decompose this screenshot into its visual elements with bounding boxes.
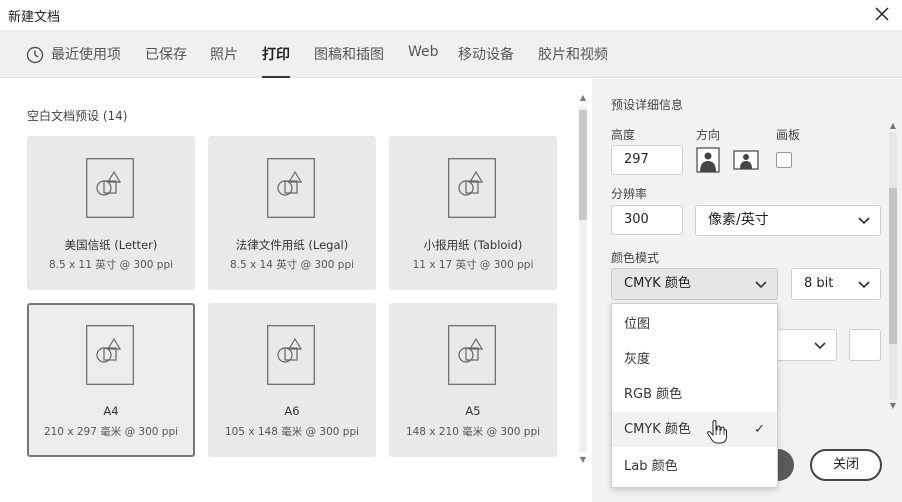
- landscape-orientation-icon[interactable]: [733, 147, 759, 173]
- preset-card-legal[interactable]: 法律文件用纸 (Legal) 8.5 x 14 英寸 @ 300 ppi: [208, 136, 376, 290]
- color-mode-option-cmyk[interactable]: CMYK 颜色 ✓: [612, 412, 777, 447]
- preset-size: 210 x 297 毫米 @ 300 ppi: [43, 426, 179, 438]
- resolution-unit-select[interactable]: 像素/英寸: [695, 205, 881, 236]
- tab-recent[interactable]: 最近使用项: [51, 44, 121, 78]
- orientation-label: 方向: [696, 128, 721, 142]
- clock-icon: [26, 46, 44, 64]
- artboard-checkbox[interactable]: [776, 152, 792, 168]
- chevron-down-icon: [755, 281, 767, 289]
- tab-saved[interactable]: 已保存: [145, 44, 187, 78]
- title-bar: 新建文档: [0, 0, 902, 30]
- blank-document-icon: [267, 325, 315, 385]
- tab-photo[interactable]: 照片: [210, 44, 238, 78]
- scrollbar-thumb[interactable]: [889, 188, 897, 344]
- blank-document-icon: [86, 325, 134, 385]
- artboard-label: 画板: [776, 128, 801, 142]
- tab-print[interactable]: 打印: [262, 44, 290, 78]
- category-tabs: 最近使用项 已保存 照片 打印 图稿和插图 Web 移动设备 胶片和视频: [0, 30, 902, 78]
- close-button[interactable]: 关闭: [810, 449, 882, 481]
- hand-cursor-icon: [707, 420, 727, 444]
- blank-document-icon: [267, 158, 315, 218]
- window-title: 新建文档: [8, 10, 61, 25]
- scroll-up-arrow-icon[interactable]: ▲: [576, 92, 590, 104]
- preset-name: A5: [465, 404, 481, 418]
- scroll-up-arrow-icon[interactable]: ▲: [886, 120, 900, 132]
- color-mode-select[interactable]: CMYK 颜色: [611, 268, 778, 300]
- details-section-label: 预设详细信息: [611, 98, 684, 112]
- bit-depth-select[interactable]: 8 bit: [791, 268, 881, 300]
- preset-name: 美国信纸 (Letter): [64, 238, 158, 252]
- scrollbar-thumb[interactable]: [579, 110, 587, 220]
- close-icon[interactable]: [872, 4, 892, 24]
- preset-size: 148 x 210 毫米 @ 300 ppi: [405, 426, 541, 438]
- scroll-down-arrow-icon[interactable]: ▼: [886, 400, 900, 412]
- chevron-down-icon: [858, 281, 870, 289]
- color-mode-option-grayscale[interactable]: 灰度: [612, 342, 777, 377]
- color-mode-option-lab[interactable]: Lab 颜色: [612, 449, 777, 484]
- chevron-down-icon: [814, 342, 826, 350]
- height-label: 高度: [611, 128, 636, 142]
- checkmark-icon: ✓: [754, 422, 765, 437]
- chevron-down-icon: [858, 217, 870, 225]
- blank-document-icon: [448, 158, 496, 218]
- presets-pane: 空白文档预设 (14) 美国信纸 (Letter) 8.5 x 11 英寸 @ …: [0, 79, 592, 502]
- preset-name: 小报用纸 (Tabloid): [423, 238, 523, 252]
- preset-name: A6: [284, 404, 300, 418]
- scroll-down-arrow-icon[interactable]: ▼: [576, 454, 590, 466]
- presets-title: 空白文档预设: [27, 109, 100, 123]
- tab-mobile[interactable]: 移动设备: [458, 44, 514, 78]
- tab-film-video[interactable]: 胶片和视频: [538, 44, 608, 78]
- portrait-orientation-icon[interactable]: [695, 147, 721, 173]
- color-mode-label: 颜色模式: [611, 251, 660, 265]
- color-mode-option-label: CMYK 颜色: [624, 422, 691, 437]
- tab-web[interactable]: Web: [408, 44, 439, 78]
- details-scrollbar[interactable]: ▲ ▼: [886, 120, 900, 412]
- preset-name: 法律文件用纸 (Legal): [235, 238, 349, 252]
- preset-size: 11 x 17 英寸 @ 300 ppi: [412, 259, 534, 271]
- tab-art-illustration[interactable]: 图稿和插图: [314, 44, 384, 78]
- preset-card-a4[interactable]: A4 210 x 297 毫米 @ 300 ppi: [27, 303, 195, 457]
- presets-count: (14): [102, 109, 128, 123]
- preset-card-a5[interactable]: A5 148 x 210 毫米 @ 300 ppi: [389, 303, 557, 457]
- color-mode-dropdown: 位图 灰度 RGB 颜色 CMYK 颜色 ✓ Lab 颜色: [611, 303, 778, 488]
- height-input[interactable]: 297: [611, 145, 683, 175]
- preset-name: A4: [103, 404, 119, 418]
- preset-size: 8.5 x 14 英寸 @ 300 ppi: [229, 259, 355, 271]
- presets-scrollbar[interactable]: ▲ ▼: [576, 92, 590, 466]
- preset-card-tabloid[interactable]: 小报用纸 (Tabloid) 11 x 17 英寸 @ 300 ppi: [389, 136, 557, 290]
- color-mode-value: CMYK 颜色: [624, 276, 691, 291]
- blank-document-icon: [86, 158, 134, 218]
- resolution-input[interactable]: 300: [611, 205, 683, 235]
- presets-section-label: 空白文档预设 (14): [27, 107, 127, 124]
- preset-size: 105 x 148 毫米 @ 300 ppi: [224, 426, 360, 438]
- background-color-swatch[interactable]: [849, 329, 881, 361]
- blank-document-icon: [448, 325, 496, 385]
- preset-card-a6[interactable]: A6 105 x 148 毫米 @ 300 ppi: [208, 303, 376, 457]
- resolution-unit-value: 像素/英寸: [708, 212, 769, 228]
- resolution-label: 分辨率: [611, 187, 648, 201]
- preset-size: 8.5 x 11 英寸 @ 300 ppi: [48, 259, 174, 271]
- preset-card-letter[interactable]: 美国信纸 (Letter) 8.5 x 11 英寸 @ 300 ppi: [27, 136, 195, 290]
- bit-depth-value: 8 bit: [804, 276, 834, 291]
- color-mode-option-bitmap[interactable]: 位图: [612, 307, 777, 342]
- color-mode-option-rgb[interactable]: RGB 颜色: [612, 377, 777, 412]
